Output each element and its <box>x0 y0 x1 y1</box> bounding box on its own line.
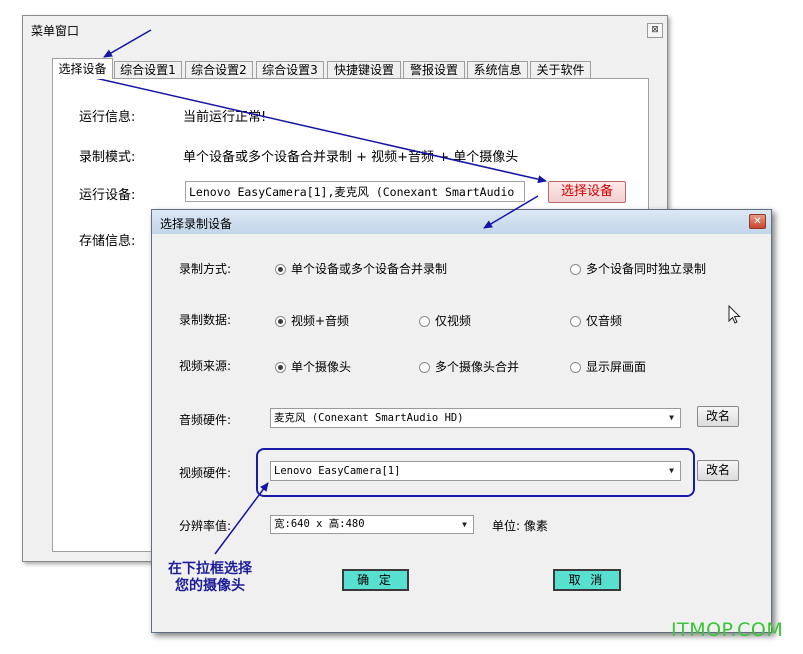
arrow-to-select-tab <box>103 29 152 58</box>
annotation-arrows <box>81 29 547 555</box>
watermark: ITMOP.COM <box>671 619 784 641</box>
arrow-to-select-button <box>81 74 547 184</box>
tab-select-device[interactable]: 选择设备 <box>52 58 113 79</box>
arrow-to-dialog <box>483 195 539 229</box>
arrow-to-video-dropdown <box>214 482 269 555</box>
